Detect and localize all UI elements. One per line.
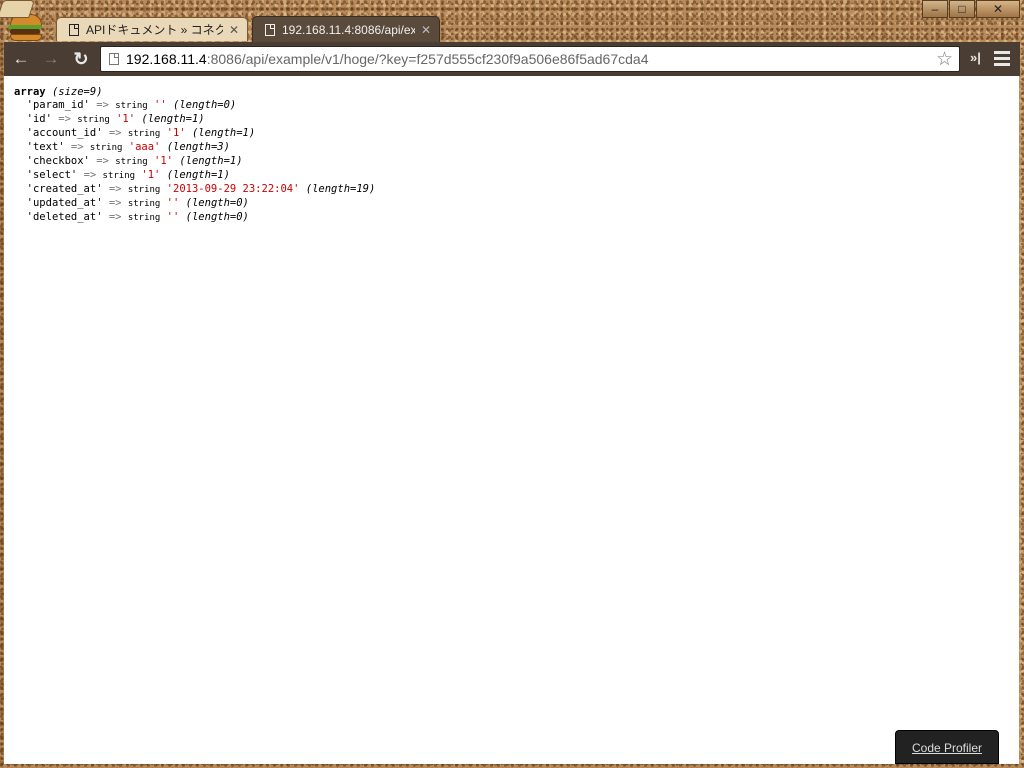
dump-type: string — [127, 185, 161, 195]
dump-key: 'checkbox' — [26, 155, 90, 167]
tab-close-icon[interactable]: ✕ — [229, 23, 239, 37]
dump-type: string — [89, 143, 123, 153]
dump-arrow: => — [108, 197, 122, 209]
url-host: 192.168.11.4 — [126, 51, 207, 67]
address-bar[interactable]: 192.168.11.4:8086/api/example/v1/hoge/?k… — [100, 46, 960, 72]
dump-type: string — [127, 129, 161, 139]
dump-length: (length=0) — [185, 211, 249, 223]
dump-type: string — [77, 115, 110, 125]
dump-length: (length=0) — [185, 197, 249, 209]
extensions-overflow-button[interactable]: »| — [970, 50, 981, 65]
close-window-button[interactable]: ✕ — [976, 0, 1020, 18]
tab-title: APIドキュメント » コネクタ実装 — [86, 23, 223, 37]
page-icon — [109, 53, 119, 65]
dump-arrow: => — [108, 127, 122, 139]
reload-icon[interactable]: ↻ — [70, 49, 92, 69]
dump-key: 'id' — [26, 113, 52, 125]
var-dump-output: array (size=9) 'param_id' => string '' (… — [14, 86, 375, 225]
dump-size: (size=9) — [51, 86, 103, 98]
dump-value: 'aaa' — [128, 141, 161, 153]
tab-api-example[interactable]: 192.168.11.4:8086/api/exam ✕ — [252, 16, 440, 42]
dump-arrow: => — [83, 169, 97, 181]
dump-key: 'account_id' — [26, 127, 103, 139]
dump-value: '1' — [154, 155, 173, 167]
dump-key: 'updated_at' — [26, 197, 103, 209]
dump-key: 'deleted_at' — [26, 211, 103, 223]
code-profiler-link[interactable]: Code Profiler — [912, 741, 982, 755]
browser-toolbar: ← → ↻ 192.168.11.4:8086/api/example/v1/h… — [4, 42, 1020, 76]
menu-icon[interactable] — [994, 51, 1010, 69]
tab-api-docs[interactable]: APIドキュメント » コネクタ実装 ✕ — [56, 17, 248, 41]
tab-title: 192.168.11.4:8086/api/exam — [282, 22, 415, 37]
dump-arrow: => — [70, 141, 84, 153]
back-arrow-icon[interactable]: ← — [10, 49, 32, 69]
dump-type: string — [115, 101, 148, 111]
page-icon — [69, 23, 79, 36]
dump-arrow: => — [108, 211, 122, 223]
tab-close-icon[interactable]: ✕ — [421, 23, 431, 37]
dump-type: string — [115, 157, 148, 167]
dump-value: '' — [166, 211, 180, 223]
dump-value: '' — [154, 99, 167, 111]
page-content: array (size=9) 'param_id' => string '' (… — [4, 76, 1019, 764]
dump-type: string — [127, 199, 161, 209]
dump-value: '1' — [166, 127, 186, 139]
dump-length: (length=0) — [173, 99, 237, 111]
browser-window-frame: APIドキュメント » コネクタ実装 ✕ 192.168.11.4:8086/a… — [0, 0, 1024, 768]
dump-type: string — [127, 213, 161, 223]
code-profiler-panel: Code Profiler — [895, 730, 999, 764]
new-tab-button[interactable] — [0, 0, 35, 18]
maximize-button[interactable]: □ — [949, 0, 975, 18]
dump-length: (length=1) — [141, 113, 205, 125]
forward-arrow-icon[interactable]: → — [40, 49, 62, 69]
dump-length: (length=19) — [305, 183, 376, 195]
dump-key: 'param_id' — [26, 99, 90, 111]
dump-type: string — [102, 171, 136, 181]
dump-length: (length=1) — [179, 155, 243, 167]
window-controls: – □ ✕ — [921, 0, 1020, 18]
dump-keyword: array — [14, 86, 46, 98]
dump-key: 'select' — [26, 169, 78, 181]
dump-value: '' — [166, 197, 180, 209]
dump-length: (length=3) — [166, 141, 230, 153]
dump-arrow: => — [96, 99, 109, 111]
bookmark-star-icon[interactable]: ☆ — [936, 48, 953, 71]
dump-arrow: => — [108, 183, 122, 195]
page-icon — [265, 23, 275, 36]
dump-key: 'created_at' — [26, 183, 103, 195]
dump-value: '2013-09-29 23:22:04' — [166, 183, 300, 195]
dump-length: (length=1) — [191, 127, 256, 139]
dump-value: '1' — [141, 169, 161, 181]
dump-arrow: => — [58, 113, 71, 125]
dump-length: (length=1) — [166, 169, 230, 181]
dump-arrow: => — [96, 155, 109, 167]
minimize-button[interactable]: – — [922, 0, 948, 18]
dump-key: 'text' — [26, 141, 65, 153]
url-path: :8086/api/example/v1/hoge/?key=f257d555c… — [206, 51, 649, 67]
dump-value: '1' — [116, 113, 136, 125]
